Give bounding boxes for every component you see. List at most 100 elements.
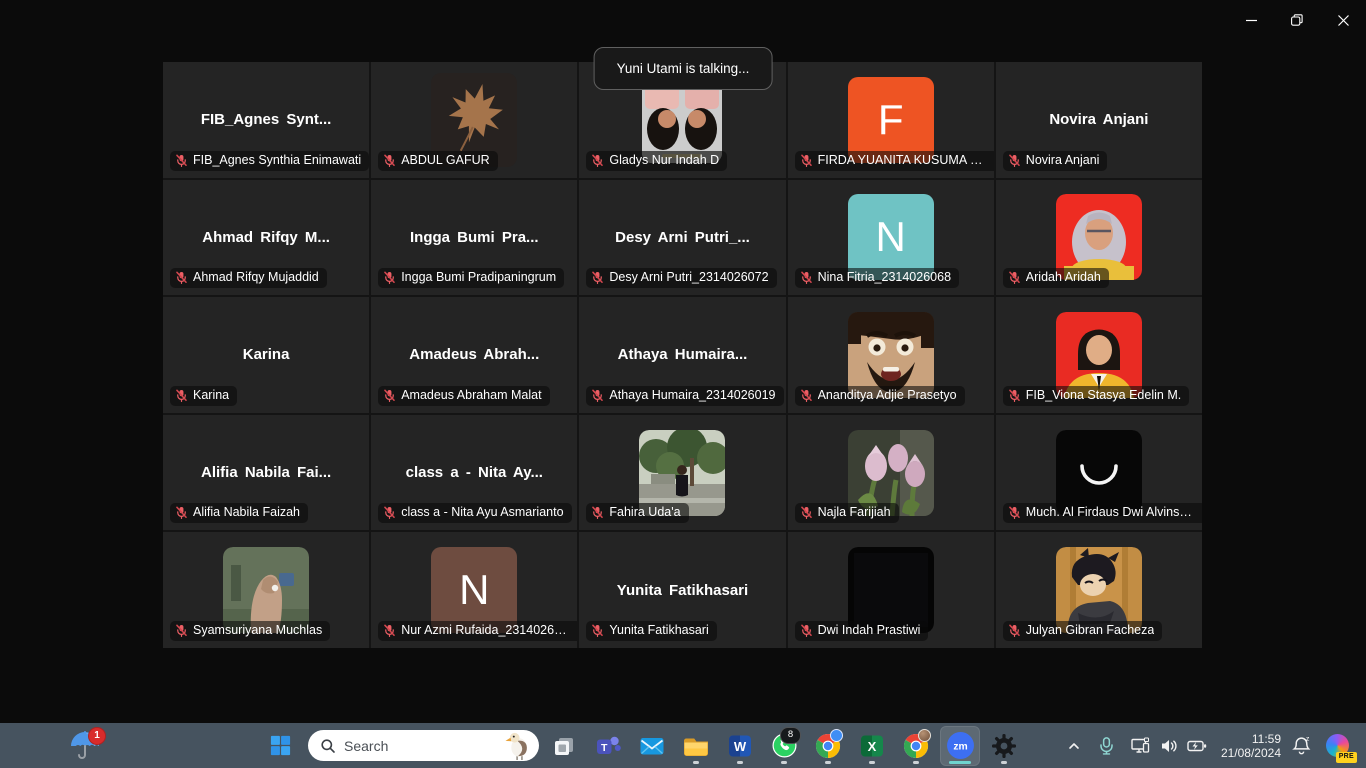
participant-tile[interactable]: N Nur Azmi Rufaida_2314026041 (371, 532, 577, 648)
participant-tile[interactable]: Dwi Indah Prastiwi (788, 532, 994, 648)
participant-label-text: Najla Farijiah (818, 505, 891, 520)
network-icon[interactable] (1131, 737, 1151, 755)
participant-tile[interactable]: Ingga Bumi Pra... Ingga Bumi Pradipaning… (371, 180, 577, 296)
tray-clock[interactable]: 11:59 21/08/2024 (1221, 732, 1281, 760)
chrome-extension-badge (830, 729, 843, 742)
copilot-pre-badge: PRE (1336, 752, 1357, 762)
taskbar-zoom-button[interactable]: zm (940, 726, 980, 766)
participant-name-overlay: Novira Anjani (1043, 111, 1154, 128)
participant-tile[interactable]: Much. Al Firdaus Dwi Alvinsya... (996, 415, 1202, 531)
participant-label-text: Much. Al Firdaus Dwi Alvinsya... (1026, 505, 1198, 520)
notification-bell-icon[interactable]: z (1291, 735, 1312, 756)
windows-logo-icon (269, 734, 292, 757)
participant-tile[interactable]: Alifia Nabila Fai... Alifia Nabila Faiza… (163, 415, 369, 531)
avatar-letter: F (848, 77, 934, 163)
participant-tile[interactable]: Karina Karina (163, 297, 369, 413)
taskbar-file-explorer-button[interactable] (676, 726, 716, 766)
participant-label-text: Amadeus Abraham Malat (401, 388, 541, 403)
participant-name-overlay: Desy Arni Putri_... (609, 229, 756, 246)
participant-tile[interactable]: Ahmad Rifqy M... Ahmad Rifqy Mujaddid (163, 180, 369, 296)
search-highlight-bird-icon[interactable] (505, 730, 535, 761)
participant-label: Ingga Bumi Pradipaningrum (378, 268, 564, 288)
running-indicator (737, 761, 743, 764)
search-icon (320, 738, 336, 754)
taskbar-chrome-profile-button[interactable] (896, 726, 936, 766)
volume-icon[interactable] (1160, 738, 1178, 754)
muted-mic-icon (175, 154, 188, 167)
svg-text:X: X (868, 738, 877, 753)
participant-tile[interactable]: Yunita Fatikhasari Yunita Fatikhasari (579, 532, 785, 648)
participant-tile[interactable]: F FIRDA YUANITA KUSUMA WA... (788, 62, 994, 178)
restore-button[interactable] (1274, 0, 1320, 40)
participant-label: Karina (170, 386, 237, 406)
chrome-profile-avatar-badge (918, 729, 931, 742)
participant-name-overlay: Athaya Humaira... (612, 346, 754, 363)
participant-tile[interactable]: Amadeus Abrah... Amadeus Abraham Malat (371, 297, 577, 413)
widgets-button[interactable]: 1 (62, 726, 108, 766)
widgets-notification-badge: 1 (88, 727, 106, 745)
tray-microphone-icon[interactable] (1098, 737, 1115, 755)
participant-label: Dwi Indah Prastiwi (795, 621, 929, 641)
settings-icon (991, 733, 1017, 759)
muted-mic-icon (383, 389, 396, 402)
muted-mic-icon (591, 154, 604, 167)
running-indicator (781, 761, 787, 764)
participant-label-text: Gladys Nur Indah D (609, 153, 719, 168)
participant-tile[interactable]: N Nina Fitria_2314026068 (788, 180, 994, 296)
battery-charging-icon[interactable] (1187, 739, 1207, 753)
participant-label-text: Yunita Fatikhasari (609, 623, 708, 638)
participant-tile[interactable]: Najla Farijiah (788, 415, 994, 531)
muted-mic-icon (383, 271, 396, 284)
minimize-button[interactable] (1228, 0, 1274, 40)
start-button[interactable] (258, 726, 302, 766)
taskbar-mail-button[interactable] (632, 726, 672, 766)
tray-chevron-up-icon[interactable] (1066, 738, 1082, 754)
running-indicator (869, 761, 875, 764)
muted-mic-icon (1008, 624, 1021, 637)
taskbar-excel-button[interactable]: X (852, 726, 892, 766)
participant-name-overlay: Alifia Nabila Fai... (195, 464, 337, 481)
participant-label: FIRDA YUANITA KUSUMA WA... (795, 151, 994, 171)
taskbar-teams-button[interactable]: T (588, 726, 628, 766)
participant-tile[interactable]: Fahira Uda'a (579, 415, 785, 531)
zoom-meeting-window: Yuni Utami is talking... FIB_Agnes Synt.… (0, 0, 1366, 723)
taskbar-word-button[interactable]: W (720, 726, 760, 766)
participant-label-text: class a - Nita Ayu Asmarianto (401, 505, 563, 520)
close-icon (1338, 15, 1349, 26)
participant-tile[interactable]: Novira Anjani Novira Anjani (996, 62, 1202, 178)
muted-mic-icon (800, 389, 813, 402)
participant-tile[interactable]: class a - Nita Ay... class a - Nita Ayu … (371, 415, 577, 531)
participant-label: Ananditya Adjie Prasetyo (795, 386, 965, 406)
taskbar-task-view-button[interactable] (544, 726, 584, 766)
muted-mic-icon (383, 624, 396, 637)
muted-mic-icon (591, 389, 604, 402)
muted-mic-icon (800, 506, 813, 519)
taskbar-whatsapp-button[interactable]: 8 (764, 726, 804, 766)
copilot-button[interactable]: PRE (1326, 734, 1350, 758)
participant-tile[interactable]: Syamsuriyana Muchlas (163, 532, 369, 648)
participant-tile[interactable]: Desy Arni Putri_... Desy Arni Putri_2314… (579, 180, 785, 296)
participant-label-text: Ingga Bumi Pradipaningrum (401, 270, 556, 285)
participant-label: Ahmad Rifqy Mujaddid (170, 268, 327, 288)
participant-label: FIB_Agnes Synthia Enimawati (170, 151, 369, 171)
participant-label: Nur Azmi Rufaida_2314026041 (378, 621, 577, 641)
muted-mic-icon (1008, 271, 1021, 284)
participant-tile[interactable]: Athaya Humaira... Athaya Humaira_2314026… (579, 297, 785, 413)
participant-tile[interactable]: Ananditya Adjie Prasetyo (788, 297, 994, 413)
participant-label-text: Dwi Indah Prastiwi (818, 623, 921, 638)
taskbar-settings-button[interactable] (984, 726, 1024, 766)
participant-tile[interactable]: ABDUL GAFUR (371, 62, 577, 178)
participant-tile[interactable]: Aridah Aridah (996, 180, 1202, 296)
close-button[interactable] (1320, 0, 1366, 40)
participant-tile[interactable]: Julyan Gibran Facheza (996, 532, 1202, 648)
participant-tile[interactable]: FIB_Agnes Synt... FIB_Agnes Synthia Enim… (163, 62, 369, 178)
participant-label: Nina Fitria_2314026068 (795, 268, 959, 288)
participant-tile[interactable]: FIB_Viona Stasya Edelin M. (996, 297, 1202, 413)
participant-label: Yunita Fatikhasari (586, 621, 716, 641)
search-input[interactable]: Search (308, 730, 539, 761)
minimize-icon (1246, 15, 1257, 26)
participant-label: Julyan Gibran Facheza (1003, 621, 1163, 641)
participant-label-text: FIB_Agnes Synthia Enimawati (193, 153, 361, 168)
taskbar-chrome-button[interactable] (808, 726, 848, 766)
svg-text:zm: zm (953, 741, 967, 752)
